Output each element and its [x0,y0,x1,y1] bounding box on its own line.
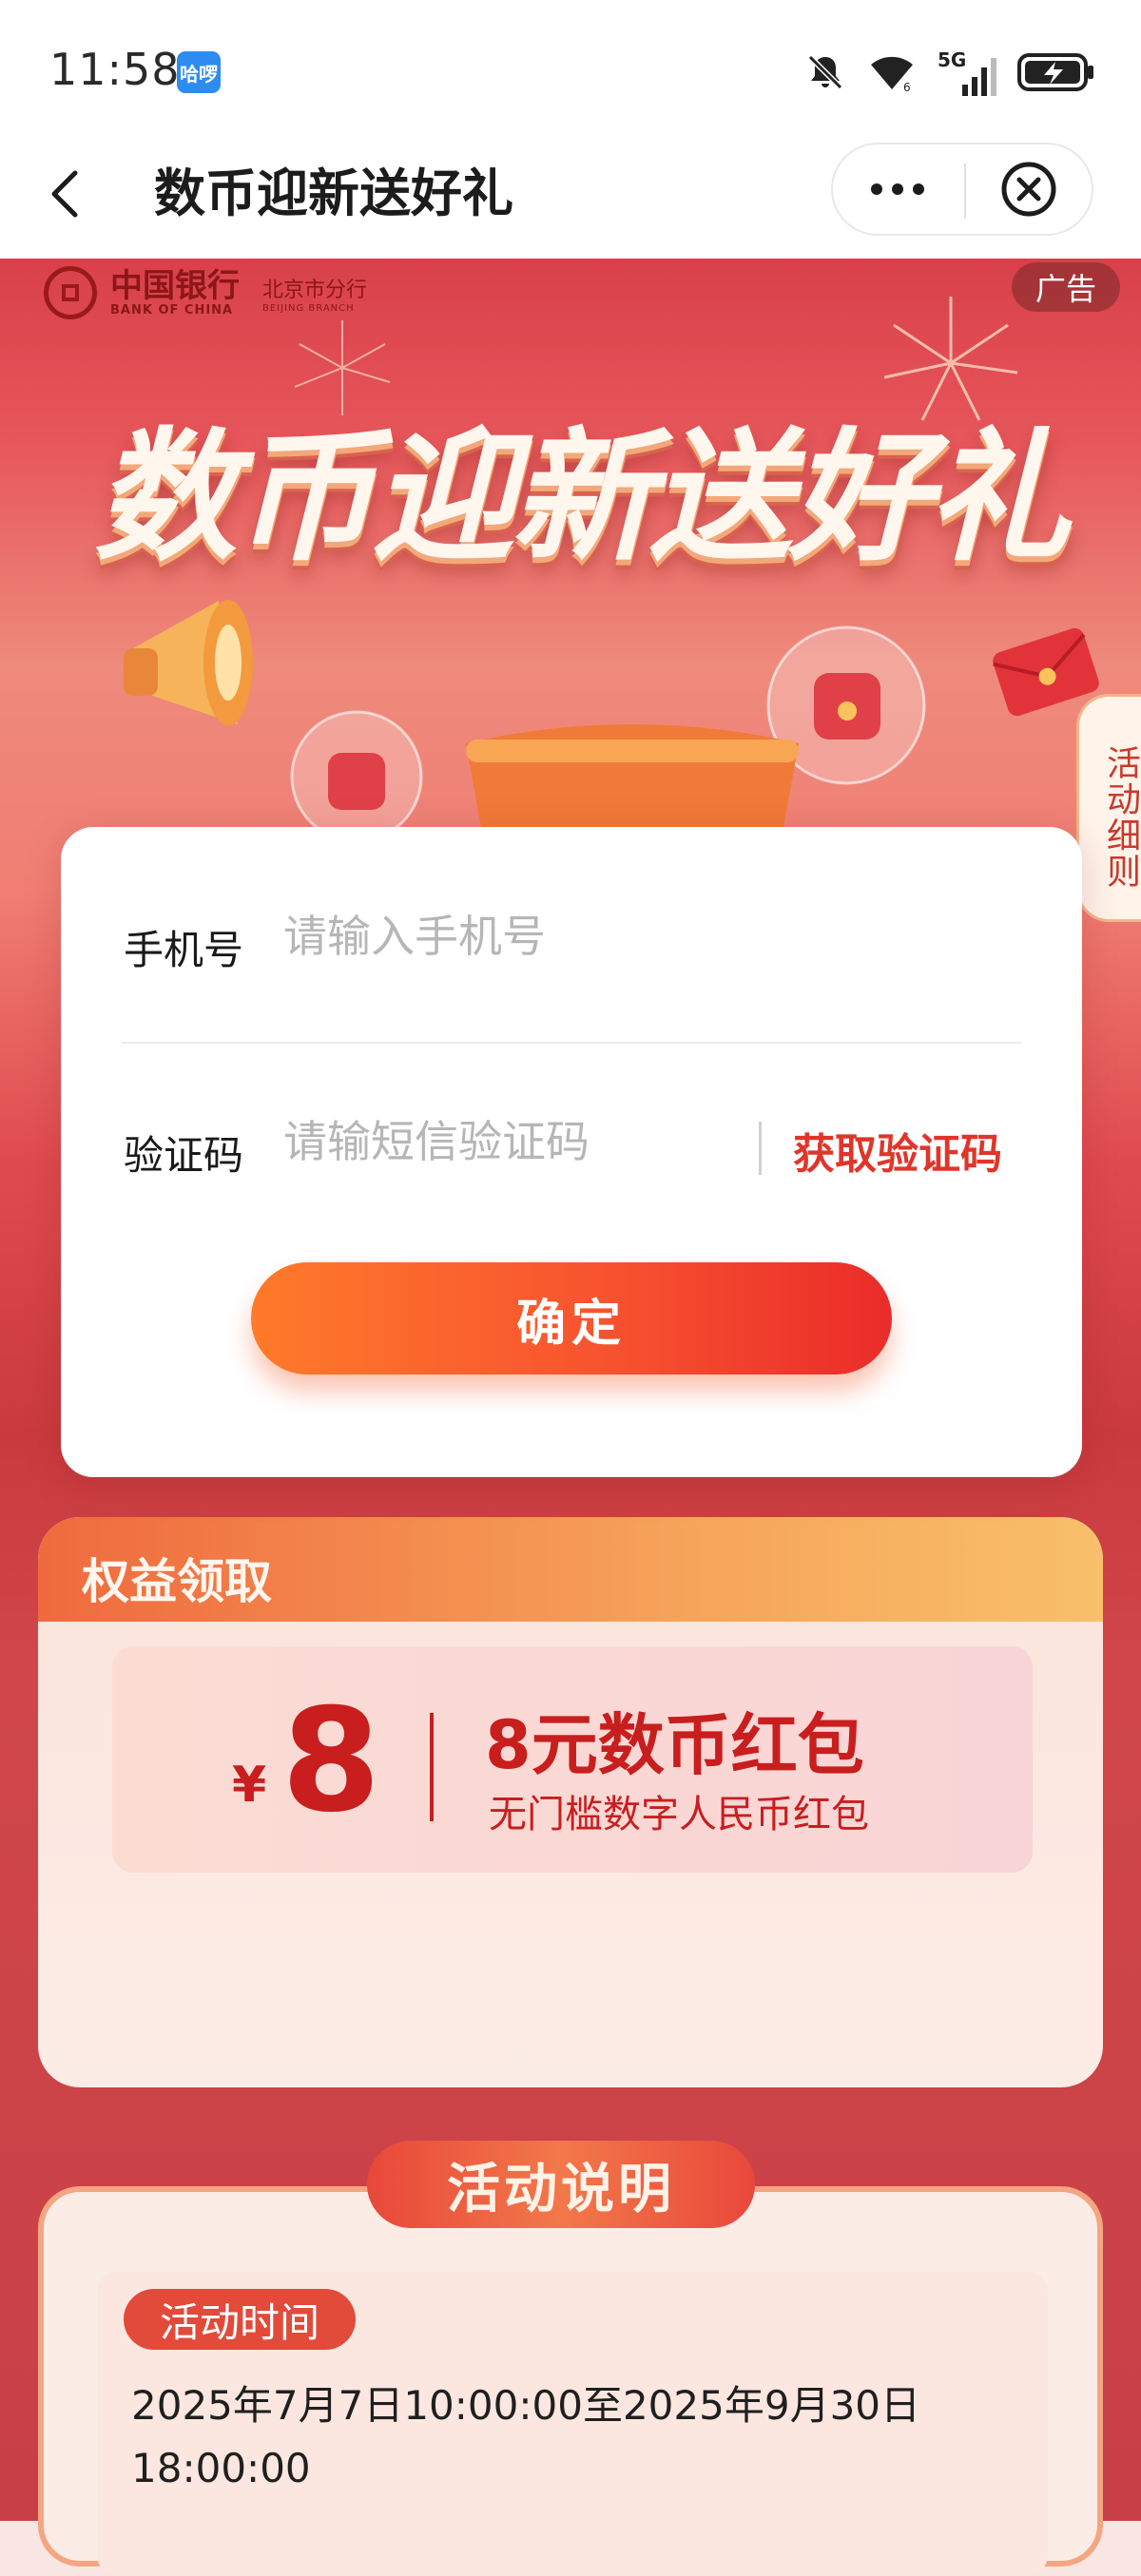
close-button[interactable] [966,144,1092,234]
rights-card: 权益领取 ¥ 8 8元数币红包 无门槛数字人民币红包 [38,1517,1103,2087]
status-time: 11:58 [49,44,181,95]
rights-header: 权益领取 [38,1517,1103,1622]
coupon-divider [430,1713,434,1821]
battery-charging-icon [1017,53,1093,91]
code-label: 验证码 [124,1132,244,1179]
confirm-button[interactable]: 确定 [251,1262,892,1375]
branch-name-cn: 北京市分行 [262,278,368,302]
verification-dialog: 手机号 验证码 获取验证码 确定 [61,827,1082,1477]
megaphone-icon [124,600,253,725]
page-title: 数币迎新送好礼 [154,163,513,223]
coupon-name: 8元数币红包 [485,1706,864,1784]
svg-text:6: 6 [903,81,911,93]
back-button[interactable] [36,165,93,222]
activity-rules-tab[interactable]: 活动细则 [1076,694,1141,922]
bell-muted-icon [807,54,843,90]
bank-name-en: BANK OF CHINA [110,302,234,317]
rights-title: 权益领取 [82,1554,272,1609]
nav-bar: 数币迎新送好礼 [0,143,1141,259]
currency-symbol: ¥ [232,1757,267,1814]
more-dots-icon [871,183,882,195]
code-divider [759,1122,762,1175]
cellular-5g-icon: 5G [938,48,996,96]
bank-logo: 中国银行 BANK OF CHINA 北京市分行 BEIJING BRANCH [44,266,367,319]
activity-time-text: 2025年7月7日10:00:00至2025年9月30日18:00:00 [131,2382,921,2491]
bank-of-china-logo-icon [44,266,97,319]
app-badge-icon: 哈啰 [177,51,221,93]
more-dot [913,183,924,195]
activity-time-tag: 活动时间 [124,2289,356,2350]
activity-time-section: 活动时间 2025年7月7日10:00:00至2025年9月30日18:00:0… [97,2272,1048,2576]
more-button[interactable] [833,144,962,234]
chevron-left-icon [51,170,78,218]
sms-code-input[interactable] [283,1108,740,1175]
phone-input[interactable] [283,903,1006,970]
field-divider [122,1042,1021,1044]
coupon-amount: 8 [281,1679,381,1844]
coupon-description: 无门槛数字人民币红包 [489,1793,869,1836]
bank-name-block: 中国银行 BANK OF CHINA [110,269,240,317]
close-circle-icon [1001,162,1056,217]
status-bar: 11:58 哈啰 6 5G [0,0,1141,143]
red-packet-coupon[interactable]: ¥ 8 8元数币红包 无门槛数字人民币红包 [112,1646,1033,1873]
phone-label: 手机号 [124,927,244,973]
activity-notes-card: 活动时间 2025年7月7日10:00:00至2025年9月30日18:00:0… [38,2186,1103,2576]
branch-name-en: BEIJING BRANCH [262,302,355,314]
mini-program-capsule [831,143,1093,236]
more-dot [892,183,903,195]
activity-notes-title: 活动说明 [367,2141,755,2228]
hero-title: 数币迎新送好礼 [93,415,1070,581]
bank-name-cn: 中国银行 [110,266,240,305]
branch-block: 北京市分行 BEIJING BRANCH [262,273,367,314]
get-code-button[interactable]: 获取验证码 [793,1120,1002,1181]
wifi-icon: 6 [871,56,913,93]
status-icons: 6 5G [804,48,1095,97]
